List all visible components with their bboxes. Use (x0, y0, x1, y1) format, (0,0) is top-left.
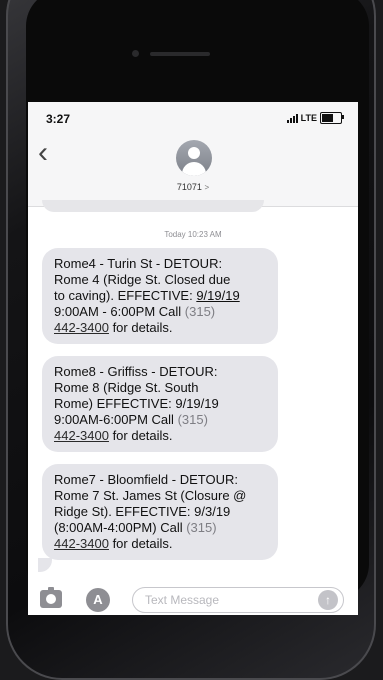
phone-area-code[interactable]: (315) (185, 304, 215, 319)
message-line: 9:00AM - 6:00PM Call (315) (54, 304, 266, 320)
message-line: 9:00AM-6:00PM Call (315) (54, 412, 266, 428)
battery-icon (320, 112, 344, 124)
conversation-header: 3:27 LTE ‹ 71071 > (28, 102, 358, 207)
messages-screen: 3:27 LTE ‹ 71071 > Today 10:23 AM Rome4 … (28, 102, 358, 615)
app-store-icon[interactable]: A (86, 588, 110, 612)
message-bubble: Rome7 - Bloomfield - DETOUR: Rome 7 St. … (42, 464, 278, 560)
message-line: Rome) EFFECTIVE: 9/19/19 (54, 396, 219, 411)
message-line: Rome 8 (Ridge St. South (54, 380, 199, 395)
contact-avatar[interactable] (176, 140, 212, 176)
phone-number-link[interactable]: 442-3400 (54, 428, 109, 443)
message-bubble: Rome4 - Turin St - DETOUR: Rome 4 (Ridge… (42, 248, 278, 344)
message-line: Rome4 - Turin St - DETOUR: (54, 256, 223, 271)
message-line: Rome 4 (Ridge St. Closed due (54, 272, 231, 287)
message-line: 442-3400 for details. (54, 536, 266, 552)
message-text: for details. (108, 320, 173, 335)
message-timestamp: Today 10:23 AM (164, 230, 222, 239)
network-label: LTE (300, 113, 317, 123)
message-line: Ridge St). EFFECTIVE: 9/3/19 (54, 504, 231, 519)
camera-icon[interactable] (40, 587, 62, 608)
phone-number-link[interactable]: 442-3400 (54, 320, 109, 335)
send-arrow-icon[interactable]: ↑ (318, 590, 338, 610)
message-text: for details. (108, 428, 173, 443)
earpiece-speaker (150, 52, 210, 56)
contact-name-label: 71071 (176, 182, 202, 192)
message-input-bar: A ↑ (28, 584, 358, 615)
message-text: for details. (108, 536, 173, 551)
message-text: 9:00AM-6:00PM Call (54, 412, 178, 427)
message-line: 442-3400 for details. (54, 428, 266, 444)
effective-date-link[interactable]: 9/19/19 (196, 288, 239, 303)
message-bubble: Rome8 - Griffiss - DETOUR: Rome 8 (Ridge… (42, 356, 278, 452)
previous-message-bubble (42, 200, 264, 212)
message-line: Rome7 - Bloomfield - DETOUR: (54, 472, 238, 487)
phone-area-code[interactable]: (315) (186, 520, 216, 535)
message-line: Rome8 - Griffiss - DETOUR: (54, 364, 218, 379)
chevron-right-icon: > (204, 183, 210, 192)
phone-number-link[interactable]: 442-3400 (54, 536, 109, 551)
message-line: to caving). EFFECTIVE: 9/19/19 (54, 288, 266, 304)
front-camera (132, 50, 139, 57)
signal-icon (286, 113, 298, 123)
bubble-tail (38, 558, 52, 572)
message-text: to caving). EFFECTIVE: (54, 288, 197, 303)
status-indicators: LTE (286, 112, 344, 124)
back-chevron-icon[interactable]: ‹ (38, 138, 48, 168)
message-line: (8:00AM-4:00PM) Call (315) (54, 520, 266, 536)
contact-name[interactable]: 71071 > (28, 182, 358, 192)
phone-area-code[interactable]: (315) (178, 412, 208, 427)
message-line: 442-3400 for details. (54, 320, 266, 336)
status-time: 3:27 (46, 112, 71, 126)
message-text: (8:00AM-4:00PM) Call (54, 520, 187, 535)
message-line: Rome 7 St. James St (Closure @ (54, 488, 247, 503)
message-text: 9:00AM - 6:00PM Call (54, 304, 185, 319)
message-input[interactable] (132, 587, 344, 613)
